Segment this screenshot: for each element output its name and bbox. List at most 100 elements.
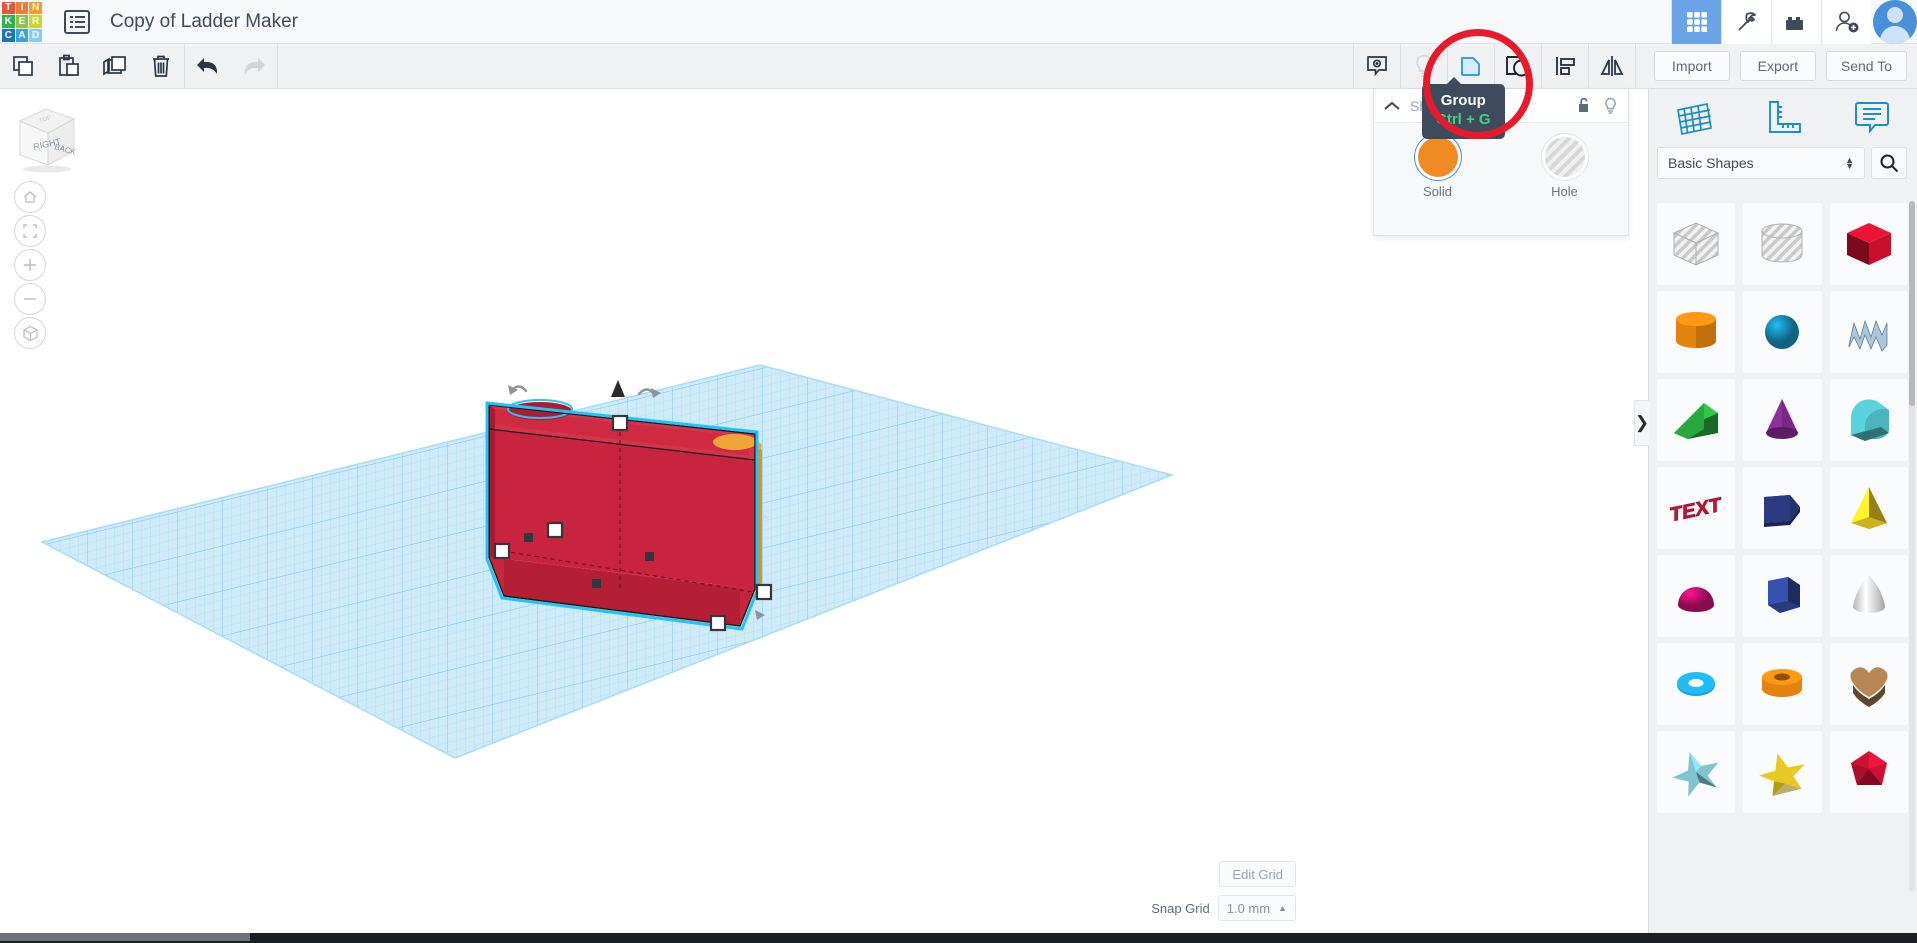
shapes-scrollbar-thumb[interactable] [1909, 201, 1915, 406]
shape-roof[interactable] [1829, 379, 1908, 461]
shape-star[interactable] [1743, 731, 1822, 813]
horizontal-scrollbar[interactable] [0, 933, 250, 941]
note-icon[interactable] [1354, 44, 1400, 89]
duplicate-icon[interactable] [92, 44, 138, 89]
shape-cylinder[interactable] [1657, 291, 1736, 373]
shape-sphere[interactable] [1743, 291, 1822, 373]
pickaxe-icon[interactable] [1721, 0, 1771, 44]
chevron-updown-icon: ▲ ▼ [1845, 155, 1854, 171]
caret-up-icon: ▲ [1278, 903, 1287, 913]
shape-half-sphere[interactable] [1657, 555, 1736, 637]
shape-pyramid[interactable] [1829, 467, 1908, 549]
align-icon[interactable] [1542, 44, 1588, 89]
send-to-button[interactable]: Send To [1825, 51, 1907, 81]
mirror-icon[interactable] [1589, 44, 1635, 89]
zoom-in-button[interactable] [14, 249, 46, 281]
toolbar-divider-2 [277, 43, 278, 89]
notes-tab-icon[interactable] [1828, 98, 1917, 138]
hole-label: Hole [1551, 184, 1578, 199]
snap-grid-row: Snap Grid 1.0 mm ▲ [1151, 895, 1296, 921]
unlock-icon[interactable] [1576, 97, 1591, 114]
list-menu-icon[interactable] [64, 9, 90, 34]
main-toolbar: Import Export Send To [0, 43, 1917, 89]
export-button[interactable]: Export [1739, 51, 1816, 81]
shape-hex-prism[interactable] [1743, 555, 1822, 637]
solid-option[interactable]: Solid [1374, 137, 1501, 199]
undo-icon[interactable] [185, 44, 231, 89]
shape-paraboloid[interactable] [1829, 555, 1908, 637]
workplane-tab-icon[interactable] [1649, 98, 1738, 138]
shape-tube[interactable] [1743, 643, 1822, 725]
shape-wedge[interactable] [1657, 379, 1736, 461]
tinkercad-app: TIN KER CAD Copy of Ladder Maker Import Ex… [0, 0, 1917, 943]
toolbar-divider-9 [1634, 43, 1636, 89]
logo-tile-k: K [2, 15, 15, 28]
top-bar: TIN KER CAD Copy of Ladder Maker [0, 0, 1917, 44]
logo-tile-e: E [15, 15, 29, 28]
lightbulb-icon[interactable] [1401, 44, 1447, 89]
gallery-grid-icon[interactable] [1671, 0, 1721, 44]
shapes-grid[interactable]: TEXT [1649, 195, 1917, 943]
avatar[interactable] [1873, 0, 1917, 44]
logo-tile-c: C [2, 28, 15, 42]
search-icon[interactable] [1871, 147, 1907, 179]
home-view-button[interactable] [14, 181, 46, 213]
box-shape [488, 399, 757, 627]
orthographic-toggle-button[interactable] [14, 317, 46, 349]
grid-controls: Edit Grid Snap Grid 1.0 mm ▲ [1151, 861, 1296, 921]
workplane-icon[interactable] [1495, 44, 1541, 89]
delete-icon[interactable] [138, 44, 184, 89]
shape-category-select[interactable]: Basic Shapes ▲ ▼ [1657, 147, 1865, 179]
tooltip-title: Group [1440, 92, 1486, 109]
bottom-strip [0, 933, 1917, 943]
shape-scribble[interactable] [1829, 291, 1908, 373]
zoom-out-button[interactable] [14, 283, 46, 315]
chevron-up-icon[interactable] [1384, 101, 1400, 111]
group-tooltip: Group Ctrl + G [1422, 77, 1505, 139]
lightbulb-icon[interactable] [1603, 97, 1618, 115]
fit-view-button[interactable] [14, 215, 46, 247]
view-cube[interactable]: RIGHT BACK TOP [12, 103, 82, 175]
edit-grid-button[interactable]: Edit Grid [1219, 861, 1296, 887]
panel-tabs [1649, 89, 1917, 147]
snap-grid-label: Snap Grid [1151, 900, 1210, 916]
lego-brick-icon[interactable] [1771, 0, 1821, 44]
copy-icon[interactable] [0, 44, 46, 89]
hole-option[interactable]: Hole [1501, 137, 1628, 199]
snap-grid-value: 1.0 mm [1226, 900, 1271, 916]
ruler-tab-icon[interactable] [1738, 98, 1827, 138]
hole-swatch[interactable] [1544, 137, 1585, 177]
snap-grid-select[interactable]: 1.0 mm ▲ [1217, 895, 1296, 921]
logo-tile-r: R [29, 15, 42, 28]
logo-tile-a: A [15, 28, 29, 42]
shape-box[interactable] [1829, 203, 1908, 285]
paste-icon[interactable] [46, 44, 92, 89]
shape-cylinder-hole[interactable] [1743, 203, 1822, 285]
tooltip-shortcut: Ctrl + G [1436, 111, 1491, 128]
shape-category-row: Basic Shapes ▲ ▼ [1649, 147, 1917, 179]
shape-heart[interactable] [1829, 643, 1908, 725]
shapes-panel: Basic Shapes ▲ ▼ TEXT [1648, 89, 1917, 943]
solid-label: Solid [1423, 184, 1452, 199]
page-title: Copy of Ladder Maker [110, 10, 298, 32]
logo-tile-t: T [2, 1, 15, 15]
logo-tile-d: D [29, 28, 42, 42]
shape-star-3d[interactable] [1657, 731, 1736, 813]
shape-polyhedron[interactable] [1829, 731, 1908, 813]
solid-color-swatch[interactable] [1417, 137, 1458, 177]
shape-polygon-prism[interactable] [1743, 467, 1822, 549]
shape-text[interactable]: TEXT [1657, 467, 1736, 549]
redo-icon[interactable] [231, 44, 277, 89]
shape-box-hole[interactable] [1657, 203, 1736, 285]
logo-tile-i: I [15, 1, 29, 15]
shape-cone[interactable] [1743, 379, 1822, 461]
shape-category-value: Basic Shapes [1668, 155, 1754, 171]
logo-tile-n: N [29, 1, 42, 15]
svg-text:TEXT: TEXT [1670, 494, 1722, 527]
tinkercad-logo[interactable]: TIN KER CAD [2, 1, 42, 42]
height-arrow [611, 380, 625, 397]
shape-torus[interactable] [1657, 643, 1736, 725]
import-button[interactable]: Import [1653, 51, 1730, 81]
panel-collapse-chevron-icon[interactable]: ❯ [1634, 400, 1649, 446]
add-user-icon[interactable] [1821, 0, 1871, 44]
